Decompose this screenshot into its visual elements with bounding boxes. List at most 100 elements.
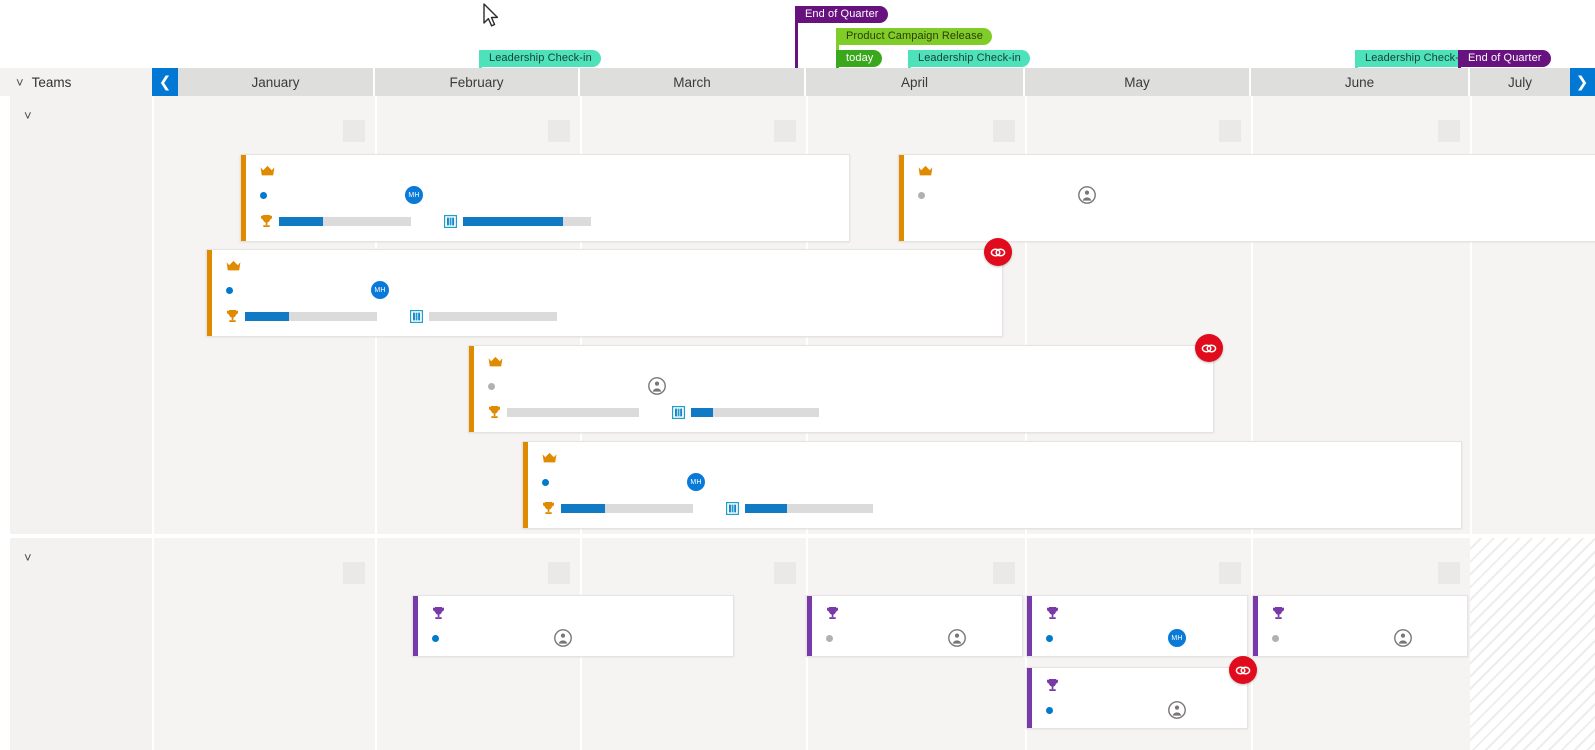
month-cell [152,538,373,750]
add-item-button[interactable] [1219,120,1241,142]
add-item-button[interactable] [343,120,365,142]
progress-meter [672,406,825,419]
row-separator [10,534,1595,536]
state-dot-icon [1046,635,1053,642]
feature-card[interactable] [1026,667,1248,729]
epic-card[interactable]: MH [206,249,1003,337]
milestone-marker-strip: End of Quarter Product Campaign Release to… [0,0,1595,68]
link-badge-icon[interactable] [984,238,1012,266]
timeline-prev-button[interactable]: ❮ [152,68,178,96]
card-meta-row [1046,701,1235,719]
avatar: MH [687,473,705,491]
card-title-row [1272,606,1455,620]
crown-icon [918,165,933,177]
marker-pill[interactable]: today [838,50,882,67]
card-meta-row: MH [542,473,1449,491]
progress-bar-fill [561,504,605,513]
add-item-button[interactable] [993,562,1015,584]
chevron-down-icon[interactable]: ˅ [24,550,32,565]
add-item-button[interactable] [1438,562,1460,584]
feature-card[interactable] [1252,595,1468,657]
books-icon [410,310,423,323]
state-dot-icon [488,383,495,390]
marker-pill[interactable]: End of Quarter [1460,50,1551,67]
epic-card[interactable] [468,345,1214,433]
chevron-down-icon: ˅ [16,76,24,89]
card-title-row [1046,606,1235,620]
card-state [918,192,1078,199]
timeline-month-header: June [1251,68,1468,96]
link-badge-icon[interactable] [1229,656,1257,684]
progress-bar-track [691,408,819,417]
teams-header-cell[interactable]: ˅ Teams [0,68,152,96]
add-item-button[interactable] [774,120,796,142]
epic-card[interactable] [898,154,1595,242]
card-state [432,635,554,642]
card-body: MH [1032,596,1247,656]
add-item-button[interactable] [774,562,796,584]
card-body [474,346,1213,432]
team-name-cell[interactable]: ˅ [10,96,152,534]
unassigned-avatar-icon [554,629,572,647]
crown-icon [542,452,557,464]
team-row: ˅ MH MH MH [0,96,1595,534]
trophy-icon [488,405,501,419]
progress-bar-track [507,408,639,417]
link-badge-icon[interactable] [1195,334,1223,362]
progress-meter [726,502,879,515]
card-progress-row [542,501,1449,515]
card-meta-row [432,629,721,647]
timeline-next-button[interactable]: ❯ [1569,68,1595,96]
timeline-month-header: July [1470,68,1570,96]
add-item-button[interactable] [343,562,365,584]
trophy-icon [260,214,273,228]
trophy-icon [432,606,445,620]
team-name-cell[interactable]: ˅ [10,538,152,750]
add-item-button[interactable] [548,120,570,142]
card-body: MH [528,442,1461,528]
marker-pill[interactable]: Product Campaign Release [838,28,992,45]
card-state [1046,707,1168,714]
add-item-button[interactable] [993,120,1015,142]
chevron-left-icon: ❮ [159,73,172,91]
add-item-button[interactable] [548,562,570,584]
card-body [1258,596,1467,656]
marker-pill[interactable]: Leadership Check-in [481,50,601,67]
books-icon [672,406,685,419]
card-meta-row [918,186,1585,204]
state-dot-icon [432,635,439,642]
card-title-row [826,606,1010,620]
state-dot-icon [260,192,267,199]
card-meta-row: MH [226,281,990,299]
card-assignee: MH [687,473,712,491]
feature-card[interactable] [412,595,734,657]
unassigned-avatar-icon [948,629,966,647]
card-progress-row [226,309,990,323]
card-body [1032,668,1247,728]
card-meta-row [826,629,1010,647]
card-assignee [1078,186,1103,204]
marker-pill[interactable]: End of Quarter [797,6,888,23]
card-body: MH [246,155,849,241]
epic-card[interactable]: MH [240,154,850,242]
state-dot-icon [226,287,233,294]
avatar: MH [405,186,423,204]
epic-card[interactable]: MH [522,441,1462,529]
chevron-down-icon[interactable]: ˅ [24,108,32,123]
progress-bar-fill [279,217,323,226]
add-item-button[interactable] [1219,562,1241,584]
feature-card[interactable] [806,595,1023,657]
team-row: ˅ MH [0,538,1595,750]
progress-bar-track [561,504,693,513]
chevron-right-icon: ❯ [1576,73,1589,91]
card-meta-row: MH [1046,629,1235,647]
timeline-month-header: February [375,68,578,96]
plan-body: ˅ MH MH MH ˅ MH [0,96,1595,750]
card-state [1046,635,1168,642]
feature-card[interactable]: MH [1026,595,1248,657]
progress-bar-fill [463,217,563,226]
add-item-button[interactable] [1438,120,1460,142]
marker-pill[interactable]: Leadership Check-in [910,50,1030,67]
card-body [418,596,733,656]
card-progress-row [260,214,837,228]
